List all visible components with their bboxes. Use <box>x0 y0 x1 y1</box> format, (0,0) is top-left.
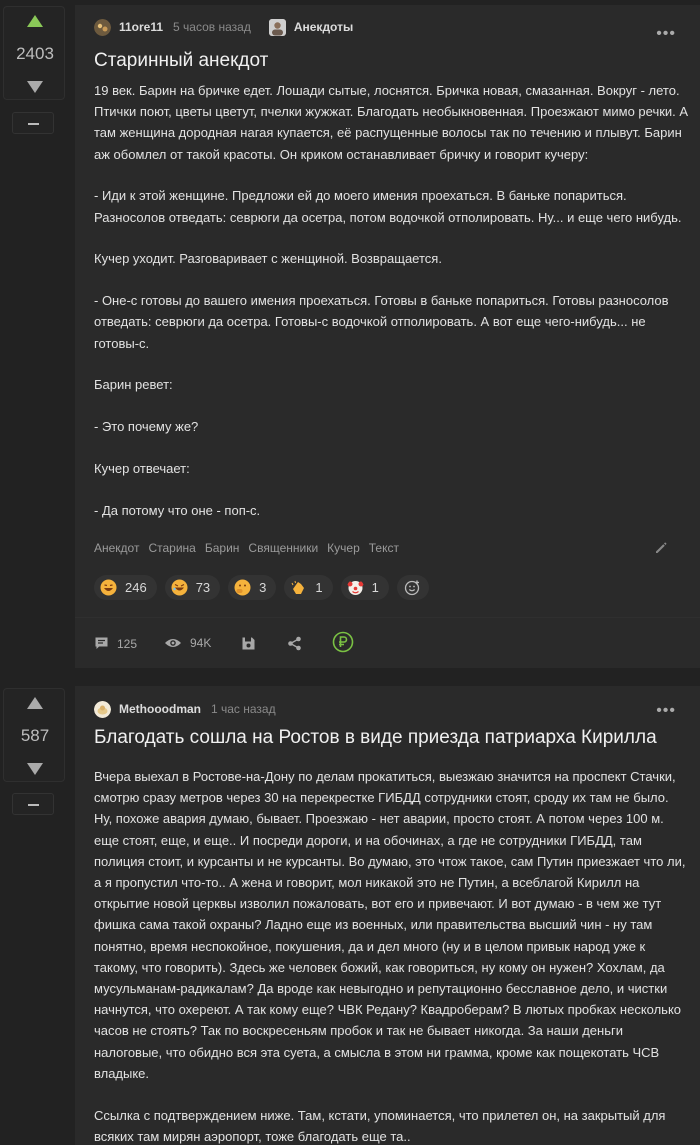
more-icon[interactable]: ••• <box>656 702 676 720</box>
tag[interactable]: Текст <box>369 541 399 555</box>
downvote-icon[interactable] <box>27 763 43 775</box>
post-header: Methooodman 1 час назад <box>94 700 294 718</box>
post-footer: 125 94K <box>75 617 700 668</box>
reaction-button[interactable]: 3 <box>228 575 277 600</box>
paragraph: Кучер отвечает: <box>94 461 190 476</box>
downvote-icon[interactable] <box>27 81 43 93</box>
community-icon[interactable] <box>268 18 286 36</box>
reaction-button[interactable]: 246 <box>94 575 157 600</box>
reaction-count: 246 <box>125 580 147 595</box>
post-header: 11ore11 5 часов назад Анекдоты <box>94 18 353 36</box>
tag-list: Анекдот Старина Барин Священники Кучер Т… <box>94 541 408 555</box>
reaction-count: 3 <box>259 580 267 595</box>
paragraph: Кучер уходит. Разговаривает с женщиной. … <box>94 251 442 267</box>
post-title[interactable]: Благодать сошла на Ростов в виде приезда… <box>94 727 657 749</box>
reaction-button[interactable]: 73 <box>164 575 221 600</box>
author-name[interactable]: 11ore11 <box>119 20 163 34</box>
edit-tags-icon[interactable] <box>654 541 668 555</box>
share-button[interactable] <box>287 636 310 651</box>
reaction-button[interactable]: 1 <box>284 575 333 600</box>
rating-panel: 587 <box>3 688 65 782</box>
paragraph: - Иди к этой женщине. Предложи ей до мое… <box>94 188 682 225</box>
ruble-icon <box>332 631 354 653</box>
tag[interactable]: Священники <box>248 541 318 555</box>
tag[interactable]: Кучер <box>327 541 360 555</box>
post-body: Вчера выехал в Ростове-на-Дону по делам … <box>94 766 690 1145</box>
add-reaction-button[interactable] <box>396 575 429 600</box>
post: 587 Methooodman 1 час назад ••• Благодат… <box>0 686 700 1145</box>
clown-icon <box>347 581 364 595</box>
reaction-button[interactable]: 1 <box>340 575 389 600</box>
post: 2403 11ore11 5 часов назад Анекдоты ••• … <box>0 0 700 668</box>
reaction-bar: 246 73 3 1 1 <box>94 575 429 600</box>
collapse-button[interactable] <box>12 112 54 134</box>
upvote-icon[interactable] <box>27 697 43 709</box>
post-card: 11ore11 5 часов назад Анекдоты ••• Стари… <box>75 5 700 668</box>
tag[interactable]: Барин <box>205 541 240 555</box>
rating-score: 587 <box>20 726 50 745</box>
add-reaction-icon <box>405 580 420 596</box>
save-button[interactable] <box>241 636 264 651</box>
minus-icon <box>28 804 39 806</box>
tag[interactable]: Старина <box>148 541 195 555</box>
minus-icon <box>28 123 39 125</box>
reaction-count: 1 <box>315 580 323 595</box>
upvote-icon[interactable] <box>27 15 43 27</box>
post-time[interactable]: 5 часов назад <box>173 20 251 34</box>
more-icon[interactable]: ••• <box>656 25 676 43</box>
donate-button[interactable] <box>332 631 362 653</box>
save-icon <box>242 637 255 650</box>
avatar[interactable] <box>94 18 111 36</box>
paragraph: - Это почему же? <box>94 419 199 435</box>
rating-score: 2403 <box>16 44 54 63</box>
paragraph: Барин ревет: <box>94 377 173 393</box>
share-icon <box>288 636 301 651</box>
rating-panel: 2403 <box>3 6 65 100</box>
post-title[interactable]: Старинный анекдот <box>94 50 268 72</box>
paragraph: - Да потому что оне - поп-с. <box>94 502 261 518</box>
reaction-count: 73 <box>195 580 211 595</box>
comments-button[interactable]: 125 <box>94 636 137 651</box>
paragraph: Вчера выехал в Ростове-на-Дону по делам … <box>94 769 686 1081</box>
community-name[interactable]: Анекдоты <box>294 20 353 34</box>
clap-icon <box>291 580 305 594</box>
laugh-icon <box>100 579 117 596</box>
comment-icon <box>95 637 108 649</box>
tag[interactable]: Анекдот <box>94 541 139 555</box>
author-name[interactable]: Methooodman <box>119 702 201 716</box>
comments-count: 125 <box>117 636 138 651</box>
post-card: Methooodman 1 час назад ••• Благодать со… <box>75 686 700 1145</box>
views-counter: 94K <box>164 636 211 650</box>
collapse-button[interactable] <box>12 793 54 815</box>
paragraph: Ссылка с подтверждением ниже. Там, кстат… <box>94 1107 666 1144</box>
thinking-icon <box>234 579 251 596</box>
post-body: 19 век. Барин на бричке едет. Лошади сыт… <box>94 80 690 542</box>
paragraph: - Оне-с готовы до вашего имения проехать… <box>94 293 669 351</box>
paragraph: 19 век. Барин на бричке едет. Лошади сыт… <box>94 83 689 162</box>
rofl-icon <box>171 579 188 596</box>
eye-icon <box>165 639 181 647</box>
avatar[interactable] <box>94 700 111 718</box>
post-time[interactable]: 1 час назад <box>211 702 276 716</box>
views-count: 94K <box>190 636 212 650</box>
reaction-count: 1 <box>371 580 379 595</box>
